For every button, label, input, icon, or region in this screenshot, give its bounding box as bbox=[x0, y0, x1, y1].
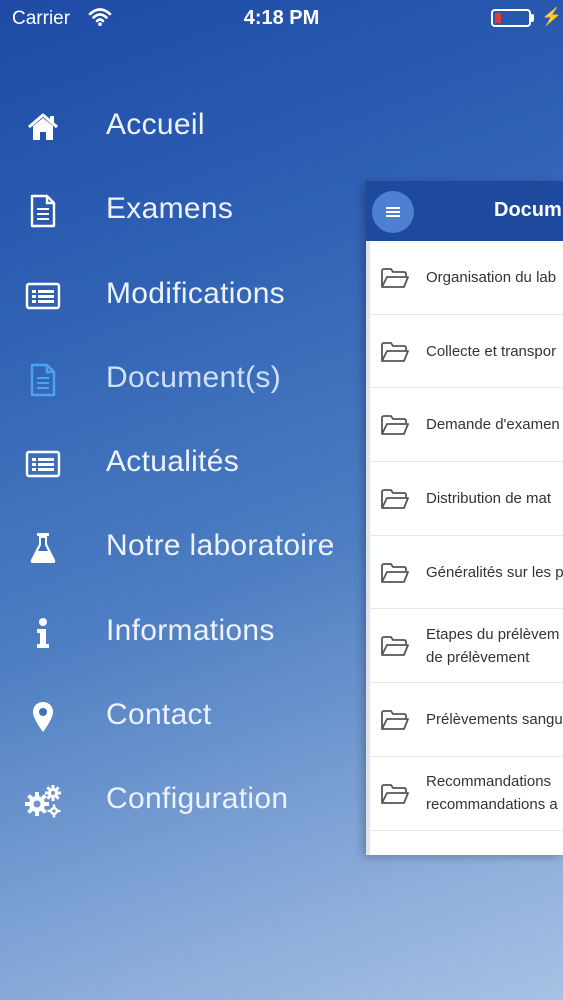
menu-item-label: Examens bbox=[106, 192, 234, 226]
flask-icon bbox=[24, 529, 62, 567]
list-item-title: Demande d'examen bbox=[426, 416, 560, 434]
list-card-icon bbox=[24, 445, 62, 483]
menu-item-modifications[interactable]: Modifications bbox=[0, 253, 360, 337]
list-item-title: Etapes du prélèvem bbox=[426, 625, 560, 643]
folder-icon bbox=[380, 562, 410, 589]
menu-item-label: Notre laboratoire bbox=[106, 529, 335, 563]
list-item[interactable]: Etapes du prélèvem de prélèvement bbox=[366, 609, 563, 684]
gears-icon bbox=[24, 782, 62, 820]
menu-item-configuration[interactable]: Configuration bbox=[0, 758, 360, 842]
menu-item-documents[interactable]: Document(s) bbox=[0, 337, 360, 421]
list-item[interactable]: Organisation du lab bbox=[366, 241, 563, 315]
menu-item-label: Accueil bbox=[106, 108, 205, 141]
list-item-title: Collecte et transpor bbox=[426, 342, 557, 360]
document-icon bbox=[24, 192, 62, 230]
document-icon bbox=[24, 361, 62, 399]
list-item[interactable]: Prélèvements sangu bbox=[366, 683, 563, 757]
menu-toggle-button[interactable] bbox=[372, 191, 414, 233]
list-item[interactable]: Demande d'examen bbox=[366, 388, 563, 463]
menu-item-label: Contact bbox=[106, 698, 212, 732]
menu-item-label: Configuration bbox=[106, 782, 289, 816]
panel-title: Docum bbox=[494, 199, 562, 221]
menu-item-label: Document(s) bbox=[106, 360, 282, 394]
list-item-subtitle: recommandations a bbox=[426, 796, 558, 814]
info-icon bbox=[24, 614, 62, 652]
menu-item-accueil[interactable]: Accueil bbox=[0, 84, 360, 168]
menu-item-contact[interactable]: Contact bbox=[0, 674, 360, 758]
list-item[interactable]: Généralités sur les p bbox=[366, 536, 563, 610]
list-item-title: Distribution de mat bbox=[426, 490, 552, 508]
list-item-subtitle: de prélèvement bbox=[426, 648, 530, 666]
charging-bolt-icon: ⚡ bbox=[541, 7, 563, 26]
menu-item-label: Actualités bbox=[106, 445, 240, 479]
side-menu: Accueil Examens Modifications Document(s… bbox=[0, 84, 360, 843]
folder-icon bbox=[380, 267, 410, 294]
documents-panel[interactable]: Docum Organisation du lab Collecte et tr… bbox=[366, 181, 563, 855]
clock: 4:18 PM bbox=[243, 7, 320, 29]
folder-icon bbox=[380, 635, 410, 662]
status-bar: Carrier 4:18 PM ⚡ bbox=[0, 0, 563, 36]
location-pin-icon bbox=[24, 698, 62, 736]
menu-item-actualites[interactable]: Actualités bbox=[0, 421, 360, 505]
menu-item-examens[interactable]: Examens bbox=[0, 168, 360, 252]
menu-item-label: Modifications bbox=[106, 276, 285, 310]
folder-icon bbox=[380, 488, 410, 515]
folder-icon bbox=[380, 341, 410, 368]
list-item[interactable]: Collecte et transpor bbox=[366, 315, 563, 389]
menu-item-informations[interactable]: Informations bbox=[0, 590, 360, 674]
list-item[interactable]: Distribution de mat bbox=[366, 462, 563, 536]
list-card-icon bbox=[24, 277, 62, 315]
document-list: Organisation du lab Collecte et transpor… bbox=[366, 241, 563, 831]
menu-item-label: Informations bbox=[106, 613, 275, 647]
list-item[interactable]: Recommandations recommandations a bbox=[366, 757, 563, 831]
battery-icon bbox=[491, 9, 531, 27]
folder-icon bbox=[380, 709, 410, 736]
menu-item-notre-laboratoire[interactable]: Notre laboratoire bbox=[0, 505, 360, 589]
hamburger-icon bbox=[386, 207, 400, 217]
home-icon bbox=[24, 108, 62, 146]
folder-icon bbox=[380, 783, 410, 810]
list-item-title: Généralités sur les p bbox=[426, 563, 563, 581]
list-item-title: Prélèvements sangu bbox=[426, 711, 563, 729]
list-item-title: Organisation du lab bbox=[426, 269, 557, 286]
battery-tip bbox=[531, 14, 534, 22]
folder-icon bbox=[380, 414, 410, 441]
list-item-title: Recommandations bbox=[426, 773, 552, 791]
panel-header: Docum bbox=[366, 181, 563, 241]
